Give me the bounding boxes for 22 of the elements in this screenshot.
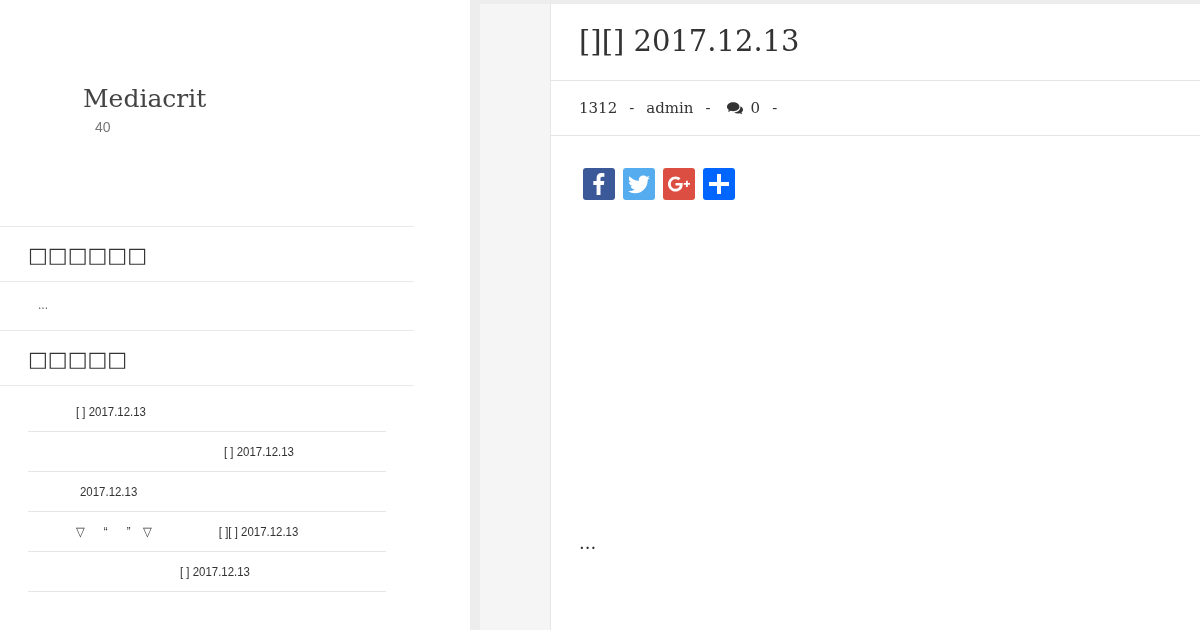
meta-text: - — [705, 99, 711, 117]
meta-text: - — [629, 99, 635, 117]
post-title: [][] 2017.12.13 — [551, 4, 1200, 81]
post-link[interactable]: ▽ “ ” ▽ [ ][ ] 2017.12.13 — [76, 524, 299, 539]
site-title[interactable]: Mediacrit — [83, 84, 207, 113]
share-button[interactable] — [703, 168, 735, 200]
meta-text: 0 — [750, 99, 761, 117]
share-button[interactable] — [583, 168, 615, 200]
post-link[interactable]: 2017.12.13 — [80, 484, 138, 499]
post-link[interactable]: [ ] 2017.12.13 — [76, 404, 146, 419]
author-link[interactable]: admin — [646, 99, 694, 117]
share-button[interactable] — [663, 168, 695, 200]
post-link[interactable]: [ ] 2017.12.13 — [180, 564, 250, 579]
widget-heading: □□□□□□ — [0, 227, 414, 282]
post-excerpt: ... — [579, 532, 597, 553]
site-subtitle: 40 — [95, 119, 111, 135]
widget-heading: □□□□□ — [0, 331, 414, 386]
post-link[interactable]: [ ] 2017.12.13 — [224, 444, 294, 459]
meta-text: - — [772, 99, 778, 117]
meta-text: 1312 — [579, 99, 618, 117]
widget-text: ... — [38, 298, 48, 312]
comment-icon — [726, 101, 743, 115]
